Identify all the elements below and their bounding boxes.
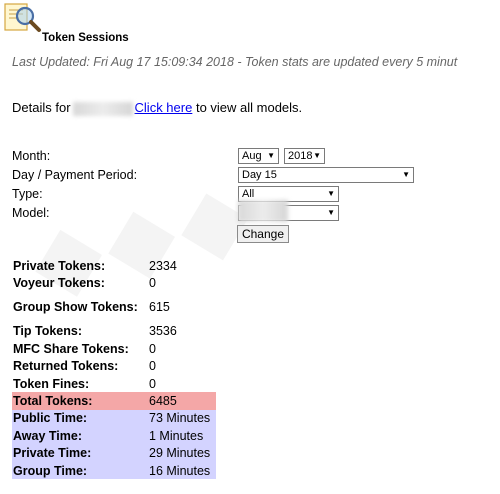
stat-row: Group Time: 16 Minutes	[12, 461, 216, 480]
year-select-value: 2018	[288, 150, 313, 162]
page-title: Token Sessions	[42, 32, 129, 44]
stat-value: 6485	[149, 394, 177, 409]
chevron-down-icon: ▼	[327, 189, 335, 198]
type-label: Type:	[12, 187, 43, 201]
type-select-value: All	[242, 188, 255, 200]
month-label: Month:	[12, 149, 51, 163]
magnifier-document-icon	[4, 3, 41, 32]
stat-row: Total Tokens: 6485	[12, 392, 216, 410]
change-button[interactable]: Change	[237, 225, 289, 243]
stat-value: 1 Minutes	[149, 428, 204, 443]
month-select[interactable]: Aug ▼	[238, 148, 279, 164]
stat-label: Private Time:	[13, 446, 92, 461]
stat-value: 29 Minutes	[149, 446, 211, 461]
stat-row: MFC Share Tokens: 0	[12, 340, 216, 357]
stat-value: 0	[149, 276, 156, 291]
model-label: Model:	[12, 206, 50, 220]
stat-label: Group Show Tokens:	[13, 300, 138, 315]
month-select-value: Aug	[242, 150, 262, 162]
stat-value: 615	[149, 300, 170, 315]
blurred-model-name	[72, 101, 133, 116]
stat-label: MFC Share Tokens:	[13, 341, 129, 356]
chevron-down-icon: ▼	[313, 151, 321, 160]
stat-value: 0	[149, 359, 156, 374]
view-all-models-link[interactable]: Click here	[135, 100, 193, 115]
stat-label: Voyeur Tokens:	[13, 276, 105, 291]
stat-label: Public Time:	[13, 411, 88, 426]
stat-row: Token Fines: 0	[12, 375, 216, 392]
stat-value: 16 Minutes	[149, 463, 211, 478]
stat-value: 0	[149, 341, 156, 356]
chevron-down-icon: ▼	[267, 151, 275, 160]
stat-row: Tip Tokens: 3536	[12, 323, 216, 340]
chevron-down-icon: ▼	[327, 208, 335, 217]
stat-value: 2334	[149, 258, 177, 273]
stat-label: Total Tokens:	[13, 394, 93, 409]
period-select-value: Day 15	[242, 169, 277, 181]
period-label: Day / Payment Period:	[12, 168, 138, 182]
stat-label: Away Time:	[13, 428, 83, 443]
stat-value: 3536	[149, 324, 177, 339]
details-suffix: to view all models.	[195, 100, 303, 115]
stat-row: Private Time: 29 Minutes	[12, 444, 216, 462]
stat-value: 73 Minutes	[149, 411, 211, 426]
stat-row: Public Time: 73 Minutes	[12, 409, 216, 428]
stat-row: Group Show Tokens: 615	[12, 292, 216, 323]
stat-label: Private Tokens:	[13, 258, 106, 273]
details-prefix: Details for	[12, 100, 71, 115]
stat-label: Group Time:	[13, 463, 88, 478]
year-select[interactable]: 2018 ▼	[284, 148, 325, 164]
stat-label: Tip Tokens:	[13, 324, 82, 339]
chevron-down-icon: ▼	[402, 170, 410, 179]
stat-row: Voyeur Tokens: 0	[12, 274, 216, 291]
blurred-model-select-value	[238, 200, 288, 222]
stat-row: Private Tokens: 2334	[12, 257, 216, 274]
stat-row: Returned Tokens: 0	[12, 358, 216, 375]
stat-label: Token Fines:	[13, 376, 90, 391]
stat-row: Away Time: 1 Minutes	[12, 427, 216, 445]
stat-label: Returned Tokens:	[13, 359, 119, 374]
stat-value: 0	[149, 376, 156, 391]
details-line: Details for Click here to view all models…	[12, 100, 302, 116]
last-updated-text: Last Updated: Fri Aug 17 15:09:34 2018 -…	[12, 55, 458, 69]
period-select[interactable]: Day 15 ▼	[238, 167, 414, 183]
token-stats-table: Private Tokens: 2334 Voyeur Tokens: 0 Group …	[12, 257, 216, 480]
